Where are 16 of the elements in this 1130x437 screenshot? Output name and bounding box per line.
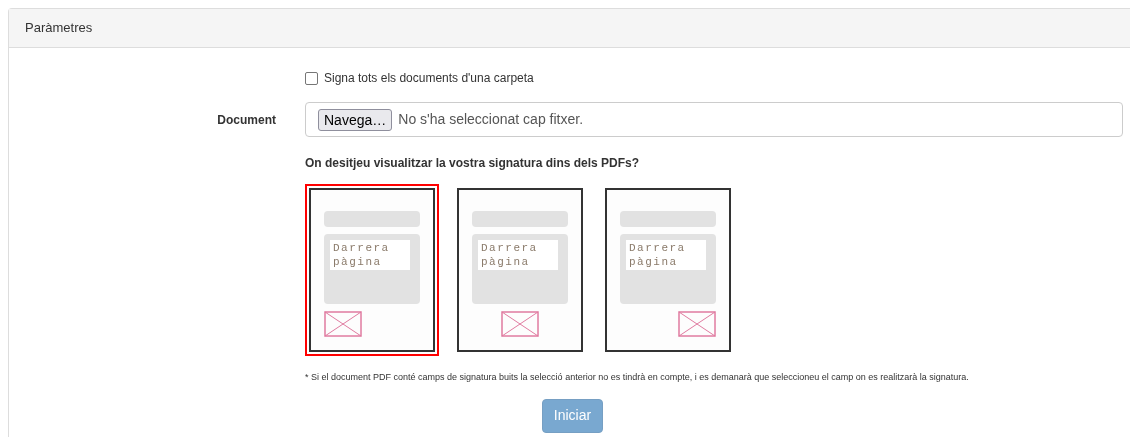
- panel-title: Paràmetres: [25, 19, 93, 38]
- file-input[interactable]: Navega… No s'ha seleccionat cap fitxer.: [305, 102, 1123, 137]
- page-label: Darrera pàgina: [478, 240, 558, 270]
- signature-icon: [678, 311, 716, 337]
- checkbox[interactable]: [305, 71, 318, 85]
- signature-icon: [501, 311, 539, 337]
- field-label: Document: [216, 111, 276, 129]
- page-label: Darrera pàgina: [626, 240, 706, 270]
- browse-button[interactable]: Navega…: [318, 108, 393, 131]
- file-status: No s'ha seleccionat cap fitxer.: [398, 110, 584, 129]
- checkbox-label: Signa tots els documents d'una carpeta: [324, 70, 534, 87]
- position-option[interactable]: Darrera pàgina: [305, 184, 439, 356]
- question-text: On desitjeu visualitzar la vostra signatura dins dels PDFs?: [305, 155, 641, 172]
- signature-icon: [324, 311, 362, 337]
- page-label: Darrera pàgina: [330, 240, 410, 270]
- footnote: * Si el document PDF conté camps de signatura buits la selecció anterior no es tindrà en compte, i es demanarà que seleccioneu el camp on es realitzarà la signatura.: [305, 371, 970, 384]
